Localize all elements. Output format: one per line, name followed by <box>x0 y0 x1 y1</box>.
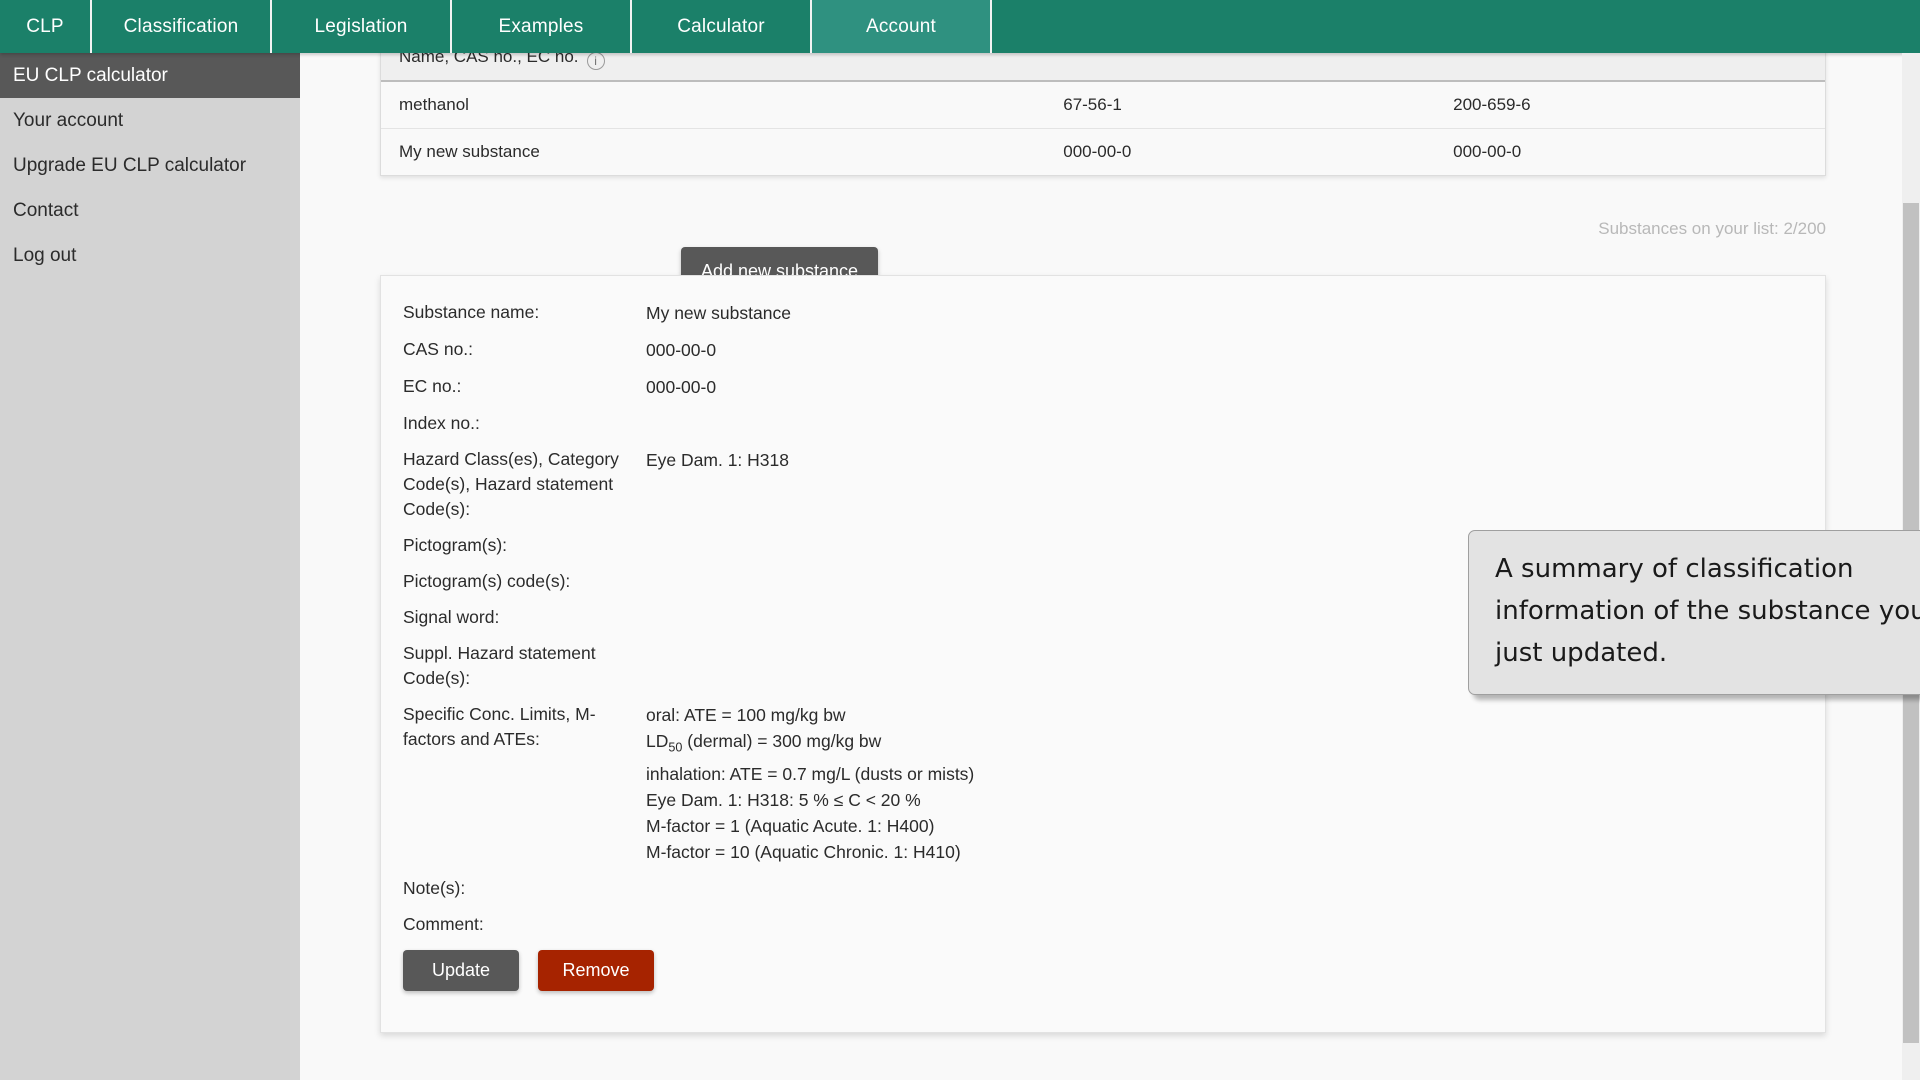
label-conc-limits: Specific Conc. Limits, M-factors and ATE… <box>403 704 596 749</box>
sidebar-item-eu-clp-calculator-label: EU CLP calculator <box>13 64 168 86</box>
nav-item-calculator-label: Calculator <box>677 15 765 37</box>
top-navigation-bar: CLP Classification Legislation Examples … <box>0 0 1920 53</box>
label-notes: Note(s): <box>403 877 466 898</box>
cell-cas-no: 000-00-0 <box>1063 142 1132 161</box>
panel-action-buttons: Update Remove <box>403 950 654 991</box>
value-hazard-class: Eye Dam. 1: H318 <box>646 450 789 470</box>
label-substance-name: Substance name: <box>403 302 540 322</box>
value-substance-name: My new substance <box>646 303 791 323</box>
annotation-callout-text: A summary of classification information … <box>1495 554 1920 668</box>
value-cas-no: 000-00-0 <box>646 340 717 360</box>
cell-ec-no: 200-659-6 <box>1435 81 1825 129</box>
detail-row-cas-no: CAS no.: 000-00-0 <box>403 337 1403 363</box>
annotation-callout: A summary of classification information … <box>1468 530 1920 695</box>
sidebar-item-your-account-label: Your account <box>13 109 124 131</box>
sidebar-item-log-out-label: Log out <box>13 244 77 266</box>
table-row[interactable]: My new substance 000-00-0 000-00-0 <box>381 129 1825 176</box>
nav-item-examples-label: Examples <box>498 15 584 37</box>
info-icon[interactable]: i <box>586 52 605 70</box>
sidebar-item-eu-clp-calculator[interactable]: EU CLP calculator <box>0 53 300 98</box>
update-button[interactable]: Update <box>403 950 519 991</box>
main-content: Name, CAS no., EC no. i methanol 67-56-1 … <box>300 36 1920 1080</box>
value-ec-no: 000-00-0 <box>646 377 717 397</box>
conc-limit-line-m-factor-chronic: M-factor = 10 (Aquatic Chronic. 1: H410) <box>646 841 961 862</box>
conc-limit-line-ld50-dermal: LD50 (dermal) = 300 mg/kg bw <box>646 728 974 761</box>
detail-row-ec-no: EC no.: 000-00-0 <box>403 374 1403 400</box>
detail-row-pictograms: Pictogram(s): <box>403 533 1403 558</box>
ld50-subscript: 50 <box>668 740 683 755</box>
label-signal-word: Signal word: <box>403 607 500 627</box>
sidebar-item-contact[interactable]: Contact <box>0 188 300 233</box>
label-cas-no: CAS no.: <box>403 339 474 359</box>
conc-limit-line-oral-ate: oral: ATE = 100 mg/kg bw <box>646 705 846 725</box>
nav-filler <box>992 0 1920 53</box>
conc-limit-line-eye-dam: Eye Dam. 1: H318: 5 % ≤ C < 20 % <box>646 789 921 810</box>
label-index-no: Index no.: <box>403 413 480 433</box>
detail-row-conc-limits: Specific Conc. Limits, M-factors and ATE… <box>403 702 1403 865</box>
label-pictograms: Pictogram(s): <box>403 535 508 555</box>
conc-limit-line-m-factor-acute: M-factor = 1 (Aquatic Acute. 1: H400) <box>646 815 935 836</box>
nav-item-legislation-label: Legislation <box>314 15 408 37</box>
nav-item-account[interactable]: Account <box>812 0 992 53</box>
nav-item-clp[interactable]: CLP <box>0 0 92 53</box>
detail-row-substance-name: Substance name: My new substance <box>403 300 1403 326</box>
detail-row-index-no: Index no.: <box>403 411 1403 436</box>
sidebar-item-your-account[interactable]: Your account <box>0 98 300 143</box>
value-conc-limits: oral: ATE = 100 mg/kg bw LD50 (dermal) =… <box>646 702 974 865</box>
sidebar: EU CLP calculator Your account Upgrade E… <box>0 53 300 1080</box>
label-comment: Comment: <box>403 913 484 934</box>
nav-item-legislation[interactable]: Legislation <box>272 0 452 53</box>
substance-list-table: Name, CAS no., EC no. i methanol 67-56-1 … <box>380 36 1826 176</box>
nav-item-examples[interactable]: Examples <box>452 0 632 53</box>
cell-cas-no: 67-56-1 <box>1045 81 1436 129</box>
sidebar-item-upgrade-calculator-label: Upgrade EU CLP calculator <box>13 154 247 176</box>
label-pictogram-codes: Pictogram(s) code(s): <box>403 571 571 591</box>
detail-row-pictogram-codes: Pictogram(s) code(s): <box>403 569 1403 594</box>
substance-count-label: Substances on your list: 2/200 <box>1598 219 1826 238</box>
conc-limit-line-inhalation-ate: inhalation: ATE = 0.7 mg/L (dusts or mis… <box>646 763 975 784</box>
sidebar-item-upgrade-calculator[interactable]: Upgrade EU CLP calculator <box>0 143 300 188</box>
cell-substance-name: methanol <box>381 81 1046 129</box>
nav-item-classification-label: Classification <box>123 15 239 37</box>
label-suppl-hazard: Suppl. Hazard statement Code(s): <box>403 643 596 688</box>
detail-row-signal-word: Signal word: <box>403 605 1403 630</box>
cell-ec-no: 000-00-0 <box>1453 142 1522 161</box>
detail-row-suppl-hazard: Suppl. Hazard statement Code(s): <box>403 641 1403 691</box>
table-row[interactable]: methanol 67-56-1 200-659-6 <box>381 81 1825 129</box>
remove-button[interactable]: Remove <box>538 950 654 991</box>
detail-row-notes: Note(s): <box>403 876 1403 901</box>
nav-item-clp-label: CLP <box>26 15 64 37</box>
nav-item-account-label: Account <box>865 15 937 37</box>
detail-row-comment: Comment: <box>403 912 1403 937</box>
ld50-suffix: (dermal) = 300 mg/kg bw <box>682 731 882 751</box>
nav-item-classification[interactable]: Classification <box>92 0 272 53</box>
detail-field-list: Substance name: My new substance CAS no.… <box>403 300 1403 948</box>
detail-row-hazard-class: Hazard Class(es), Category Code(s), Haza… <box>403 447 1403 522</box>
ld50-prefix: LD <box>646 731 669 751</box>
sidebar-item-contact-label: Contact <box>13 199 79 221</box>
label-ec-no: EC no.: <box>403 376 462 396</box>
nav-item-calculator[interactable]: Calculator <box>632 0 812 53</box>
cell-substance-name: My new substance <box>399 142 540 161</box>
sidebar-item-log-out[interactable]: Log out <box>0 233 300 278</box>
label-hazard-class: Hazard Class(es), Category Code(s), Haza… <box>403 449 619 519</box>
